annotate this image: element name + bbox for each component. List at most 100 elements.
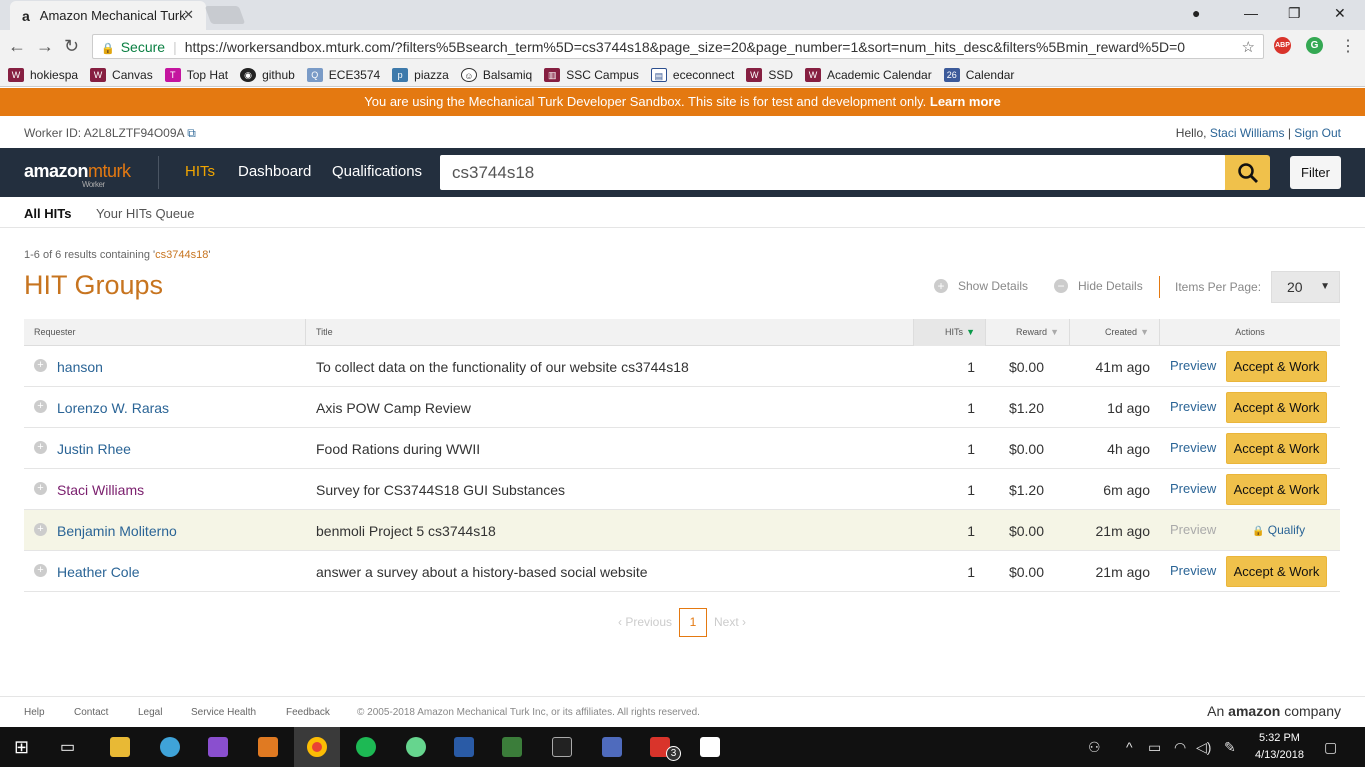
mturk-logo[interactable]: amazonmturk Worker bbox=[24, 161, 131, 189]
expand-icon[interactable]: + bbox=[34, 359, 47, 372]
search-input[interactable]: cs3744s18 bbox=[440, 155, 1226, 190]
requester-link[interactable]: Benjamin Moliterno bbox=[57, 523, 177, 539]
accept-work-button[interactable]: Accept & Work bbox=[1226, 351, 1327, 382]
powershell-icon[interactable] bbox=[454, 737, 474, 757]
close-window-icon[interactable]: ✕ bbox=[1334, 5, 1346, 22]
wifi-icon[interactable]: ◠ bbox=[1174, 739, 1186, 756]
col-reward[interactable]: Reward ▼ bbox=[986, 319, 1070, 346]
hit-title[interactable]: Food Rations during WWII bbox=[316, 441, 480, 457]
hit-title[interactable]: Survey for CS3744S18 GUI Substances bbox=[316, 482, 565, 498]
copy-icon[interactable]: ⧉ bbox=[187, 126, 196, 140]
tab-close-icon[interactable]: ✕ bbox=[183, 7, 194, 23]
rider-icon[interactable] bbox=[208, 737, 228, 757]
search-button[interactable] bbox=[1225, 155, 1270, 190]
accept-work-button[interactable]: Accept & Work bbox=[1226, 433, 1327, 464]
tray-chevron-icon[interactable]: ^ bbox=[1126, 739, 1133, 755]
hide-details-button[interactable]: − Hide Details bbox=[1054, 279, 1143, 293]
people-icon[interactable]: ⚇ bbox=[1088, 739, 1101, 756]
bookmark-ece3574[interactable]: Q ECE3574 bbox=[306, 67, 380, 82]
sticky-notes-icon[interactable] bbox=[700, 737, 720, 757]
reload-icon[interactable]: ↻ bbox=[64, 36, 79, 57]
filter-button[interactable]: Filter bbox=[1290, 156, 1341, 189]
qualify-link[interactable]: 🔒 Qualify bbox=[1252, 523, 1305, 537]
bookmark-canvas[interactable]: W Canvas bbox=[90, 67, 153, 82]
col-hits[interactable]: HITs ▼ bbox=[914, 319, 986, 346]
forward-icon[interactable]: → bbox=[36, 36, 54, 57]
action-center-icon[interactable]: ▢ bbox=[1324, 739, 1337, 756]
back-icon[interactable]: ← bbox=[8, 36, 26, 57]
triangle-app-icon[interactable] bbox=[502, 737, 522, 757]
maximize-icon[interactable]: ❐ bbox=[1288, 5, 1301, 22]
volume-icon[interactable]: ◁) bbox=[1196, 739, 1211, 756]
battery-icon[interactable]: ▭ bbox=[1148, 739, 1161, 756]
hit-title[interactable]: benmoli Project 5 cs3744s18 bbox=[316, 523, 496, 539]
grammarly-extension-icon[interactable]: G bbox=[1306, 37, 1323, 54]
file-explorer-icon[interactable] bbox=[110, 737, 130, 757]
bookmark-tophat[interactable]: T Top Hat bbox=[164, 67, 228, 82]
tab-all-hits[interactable]: All HITs bbox=[24, 206, 71, 221]
spotify-icon[interactable] bbox=[356, 737, 376, 757]
secure-indicator[interactable]: 🔒 Secure bbox=[101, 39, 165, 55]
bookmark-ssd[interactable]: W SSD bbox=[746, 67, 793, 82]
windows-start-icon[interactable]: ⊞ bbox=[14, 737, 29, 758]
preview-link[interactable]: Preview bbox=[1170, 358, 1216, 373]
matlab-icon[interactable] bbox=[258, 737, 278, 757]
nav-hits[interactable]: HITs bbox=[185, 163, 215, 180]
profile-icon[interactable]: ● bbox=[1192, 5, 1200, 21]
footer-contact[interactable]: Contact bbox=[74, 707, 108, 718]
footer-help[interactable]: Help bbox=[24, 707, 45, 718]
paint-icon[interactable] bbox=[160, 737, 180, 757]
sign-out-link[interactable]: Sign Out bbox=[1294, 126, 1341, 140]
previous-page-link[interactable]: ‹ Previous bbox=[618, 615, 672, 629]
preview-link[interactable]: Preview bbox=[1170, 440, 1216, 455]
preview-link[interactable]: Preview bbox=[1170, 563, 1216, 578]
hit-title[interactable]: To collect data on the functionality of … bbox=[316, 359, 689, 375]
footer-service-health[interactable]: Service Health bbox=[191, 707, 256, 718]
bookmark-piazza[interactable]: p piazza bbox=[392, 67, 449, 82]
next-page-link[interactable]: Next › bbox=[714, 615, 746, 629]
preview-link[interactable]: Preview bbox=[1170, 522, 1216, 537]
chrome-icon[interactable] bbox=[307, 737, 327, 757]
requester-link[interactable]: hanson bbox=[57, 359, 103, 375]
user-name-link[interactable]: Staci Williams bbox=[1210, 126, 1285, 140]
expand-icon[interactable]: + bbox=[34, 482, 47, 495]
show-details-button[interactable]: + Show Details bbox=[934, 279, 1028, 293]
atom-icon[interactable] bbox=[406, 737, 426, 757]
preview-link[interactable]: Preview bbox=[1170, 481, 1216, 496]
col-requester[interactable]: Requester bbox=[24, 319, 306, 346]
bookmark-balsamiq[interactable]: ☺ Balsamiq bbox=[460, 67, 532, 82]
hit-title[interactable]: answer a survey about a history-based so… bbox=[316, 564, 648, 580]
bookmark-github[interactable]: ◉ github bbox=[240, 67, 295, 82]
expand-icon[interactable]: + bbox=[34, 400, 47, 413]
clock[interactable]: 5:32 PM 4/13/2018 bbox=[1255, 730, 1304, 764]
tab-hits-queue[interactable]: Your HITs Queue bbox=[96, 206, 195, 221]
nav-qualifications[interactable]: Qualifications bbox=[332, 163, 422, 180]
pen-icon[interactable]: ✎ bbox=[1224, 739, 1236, 756]
hit-title[interactable]: Axis POW Camp Review bbox=[316, 400, 471, 416]
items-per-page-select[interactable]: 20 ▼ bbox=[1271, 271, 1340, 303]
minimize-icon[interactable]: — bbox=[1244, 5, 1258, 21]
browser-tab[interactable]: a Amazon Mechanical Turk ✕ bbox=[10, 1, 206, 30]
adblock-extension-icon[interactable]: ABP bbox=[1274, 37, 1291, 54]
accept-work-button[interactable]: Accept & Work bbox=[1226, 556, 1327, 587]
expand-icon[interactable]: + bbox=[34, 441, 47, 454]
bookmark-hokiespa[interactable]: Whokiespa bbox=[8, 67, 78, 82]
nav-dashboard[interactable]: Dashboard bbox=[238, 163, 311, 180]
expand-icon[interactable]: + bbox=[34, 564, 47, 577]
footer-feedback[interactable]: Feedback bbox=[286, 707, 330, 718]
bookmark-ssc-campus[interactable]: ▥ SSC Campus bbox=[544, 67, 639, 82]
requester-link[interactable]: Staci Williams bbox=[57, 482, 144, 498]
bookmark-ececonnect[interactable]: ▤ ececonnect bbox=[650, 67, 734, 82]
bookmark-star-icon[interactable]: ☆ bbox=[1242, 38, 1255, 56]
col-created[interactable]: Created ▼ bbox=[1070, 319, 1160, 346]
menu-icon[interactable]: ⋮ bbox=[1340, 36, 1356, 56]
address-bar[interactable]: 🔒 Secure | https://workersandbox.mturk.co… bbox=[92, 34, 1264, 59]
requester-link[interactable]: Justin Rhee bbox=[57, 441, 131, 457]
learn-more-link[interactable]: Learn more bbox=[930, 94, 1001, 109]
preview-link[interactable]: Preview bbox=[1170, 399, 1216, 414]
footer-legal[interactable]: Legal bbox=[138, 707, 162, 718]
current-page[interactable]: 1 bbox=[679, 608, 707, 637]
terminal-icon[interactable] bbox=[552, 737, 572, 757]
remote-desktop-icon[interactable] bbox=[602, 737, 622, 757]
accept-work-button[interactable]: Accept & Work bbox=[1226, 474, 1327, 505]
